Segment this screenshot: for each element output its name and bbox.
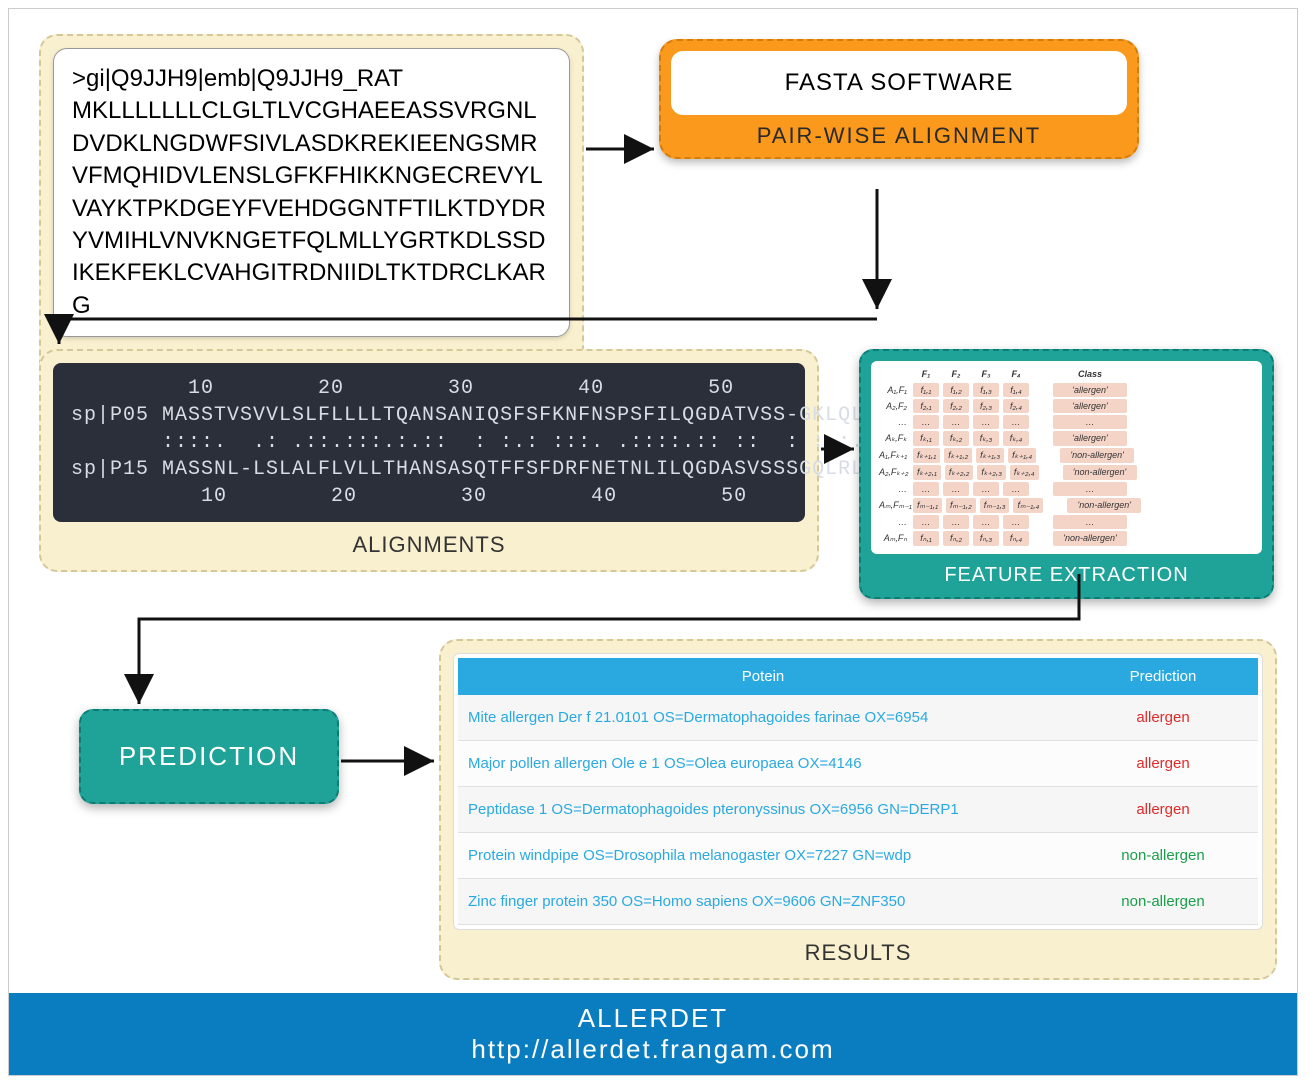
feature-extraction-label: FEATURE EXTRACTION (871, 554, 1262, 587)
fasta-header: >gi|Q9JJH9|emb|Q9JJH9_RAT (72, 63, 551, 95)
feature-table: F₁F₂F₃F₄ClassA₁,F₁f₁,₁f₁,₂f₁,₃f₁,₄'aller… (871, 361, 1262, 554)
results-th-protein: Potein (458, 658, 1068, 695)
protein-cell[interactable]: Mite allergen Der f 21.0101 OS=Dermatoph… (458, 695, 1068, 741)
table-row: Peptidase 1 OS=Dermatophagoides pteronys… (458, 787, 1258, 833)
fasta-software-title: FASTA SOFTWARE (785, 69, 1014, 96)
feature-extraction-box: F₁F₂F₃F₄ClassA₁,F₁f₁,₁f₁,₂f₁,₃f₁,₄'aller… (859, 349, 1274, 599)
footer-title: ALLERDET (9, 1003, 1297, 1034)
results-th-prediction: Prediction (1068, 658, 1258, 695)
alignment-display: 10 20 30 40 50 sp|P05 MASSTVSVVLSLFLLLLT… (53, 363, 805, 522)
table-row: Major pollen allergen Ole e 1 OS=Olea eu… (458, 741, 1258, 787)
results-label: RESULTS (453, 940, 1263, 966)
protein-cell[interactable]: Major pollen allergen Ole e 1 OS=Olea eu… (458, 741, 1068, 787)
diagram-canvas: >gi|Q9JJH9|emb|Q9JJH9_RAT MKLLLLLLLCLGLT… (8, 8, 1298, 1076)
prediction-cell: allergen (1068, 787, 1258, 833)
fasta-software-label: PAIR-WISE ALIGNMENT (671, 115, 1127, 149)
fasta-software-box: FASTA SOFTWARE PAIR-WISE ALIGNMENT (659, 39, 1139, 159)
prediction-cell: non-allergen (1068, 879, 1258, 925)
protein-cell[interactable]: Protein windpipe OS=Drosophila melanogas… (458, 833, 1068, 879)
results-box: Potein Prediction Mite allergen Der f 21… (439, 639, 1277, 980)
fasta-software-inner: FASTA SOFTWARE (671, 51, 1127, 115)
results-table: Potein Prediction Mite allergen Der f 21… (458, 658, 1258, 925)
alignments-label: ALIGNMENTS (53, 532, 805, 558)
prediction-box: PREDICTION (79, 709, 339, 804)
protein-cell[interactable]: Zinc finger protein 350 OS=Homo sapiens … (458, 879, 1068, 925)
footer-url: http://allerdet.frangam.com (9, 1034, 1297, 1065)
table-row: Protein windpipe OS=Drosophila melanogas… (458, 833, 1258, 879)
footer-bar: ALLERDET http://allerdet.frangam.com (9, 993, 1297, 1075)
fasta-sequence: MKLLLLLLLCLGLTLVCGHAEEASSVRGNLDVDKLNGDWF… (72, 95, 551, 322)
table-row: Mite allergen Der f 21.0101 OS=Dermatoph… (458, 695, 1258, 741)
alignments-box: 10 20 30 40 50 sp|P05 MASSTVSVVLSLFLLLLT… (39, 349, 819, 572)
fasta-input-inner: >gi|Q9JJH9|emb|Q9JJH9_RAT MKLLLLLLLCLGLT… (53, 48, 570, 337)
prediction-cell: non-allergen (1068, 833, 1258, 879)
prediction-label: PREDICTION (119, 741, 299, 771)
fasta-input-box: >gi|Q9JJH9|emb|Q9JJH9_RAT MKLLLLLLLCLGLT… (39, 34, 584, 387)
table-row: Zinc finger protein 350 OS=Homo sapiens … (458, 879, 1258, 925)
protein-cell[interactable]: Peptidase 1 OS=Dermatophagoides pteronys… (458, 787, 1068, 833)
prediction-cell: allergen (1068, 695, 1258, 741)
prediction-cell: allergen (1068, 741, 1258, 787)
